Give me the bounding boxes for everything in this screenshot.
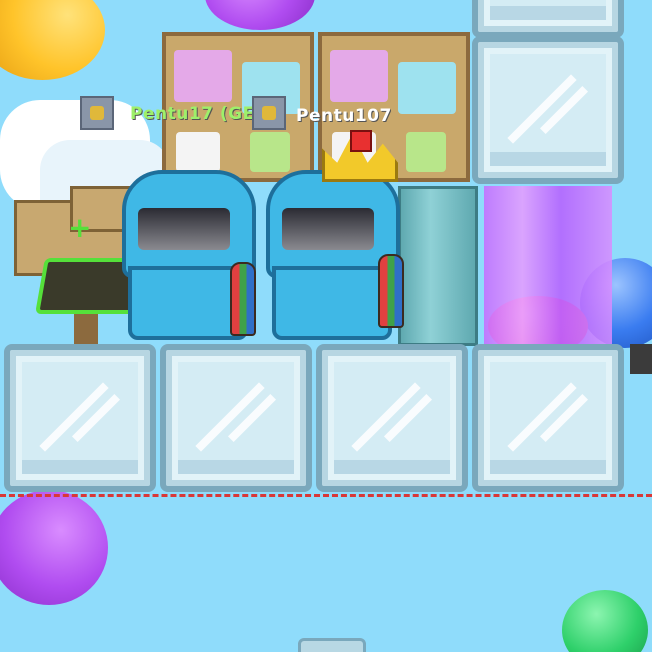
dashed-line xyxy=(0,494,652,497)
balloon-icon xyxy=(562,590,648,652)
item-tile xyxy=(406,132,446,172)
item-tile xyxy=(176,132,220,172)
visor xyxy=(282,208,374,250)
glass-block-icon[interactable] xyxy=(160,344,312,492)
player-name[interactable]: Pentu107 xyxy=(296,106,392,126)
player-badge-icon xyxy=(80,96,114,130)
plus-icon: + xyxy=(68,211,92,244)
glass-block-icon[interactable] xyxy=(472,344,624,492)
glass-block-icon[interactable] xyxy=(316,344,468,492)
glass-block-icon[interactable] xyxy=(4,344,156,492)
item-tile xyxy=(250,132,290,172)
torso xyxy=(272,266,392,340)
edge-object xyxy=(630,344,652,374)
game-world[interactable]: + Pentu17 (GE Pentu107 xyxy=(0,0,652,652)
glass-block-icon[interactable] xyxy=(472,36,624,184)
item-tile xyxy=(330,50,388,102)
balloon-icon xyxy=(0,490,108,605)
player-name[interactable]: Pentu17 (GE xyxy=(130,104,255,124)
rocket-icon xyxy=(230,262,256,336)
bottom-tab[interactable] xyxy=(298,638,366,652)
rocket-icon xyxy=(378,254,404,328)
item-tile xyxy=(398,62,456,114)
item-tile xyxy=(174,50,232,102)
glass-block-icon[interactable] xyxy=(472,0,624,38)
player-character[interactable] xyxy=(118,170,258,345)
balloon-icon xyxy=(205,0,315,30)
gem-icon xyxy=(350,130,372,152)
player-badge-icon xyxy=(252,96,286,130)
curtain xyxy=(484,186,612,346)
player-character[interactable] xyxy=(262,130,422,345)
balloon-icon xyxy=(0,0,105,80)
visor xyxy=(138,208,230,250)
